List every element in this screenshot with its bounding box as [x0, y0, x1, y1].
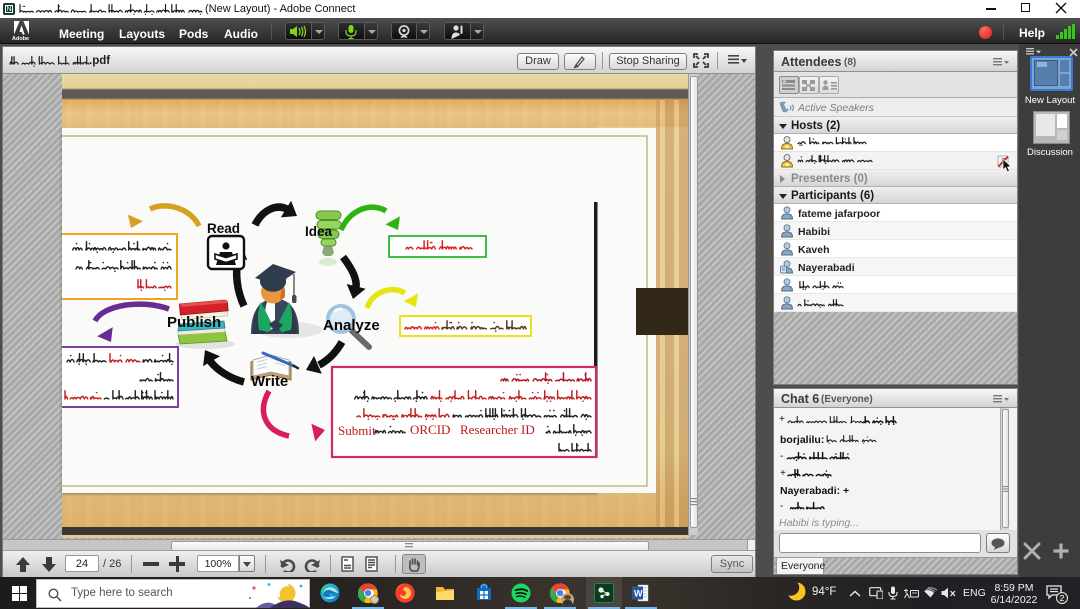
svg-text:Idea: Idea	[305, 224, 333, 239]
svg-text:ORCID: ORCID	[410, 422, 450, 437]
svg-text:W: W	[634, 589, 643, 599]
svg-text:Submit: Submit	[338, 423, 376, 438]
svg-text:Researcher ID: Researcher ID	[460, 422, 535, 437]
svg-text:Analyze: Analyze	[323, 317, 380, 334]
svg-text:Publish: Publish	[167, 314, 221, 331]
svg-text:Read: Read	[207, 221, 240, 236]
svg-text:Write: Write	[251, 373, 288, 390]
